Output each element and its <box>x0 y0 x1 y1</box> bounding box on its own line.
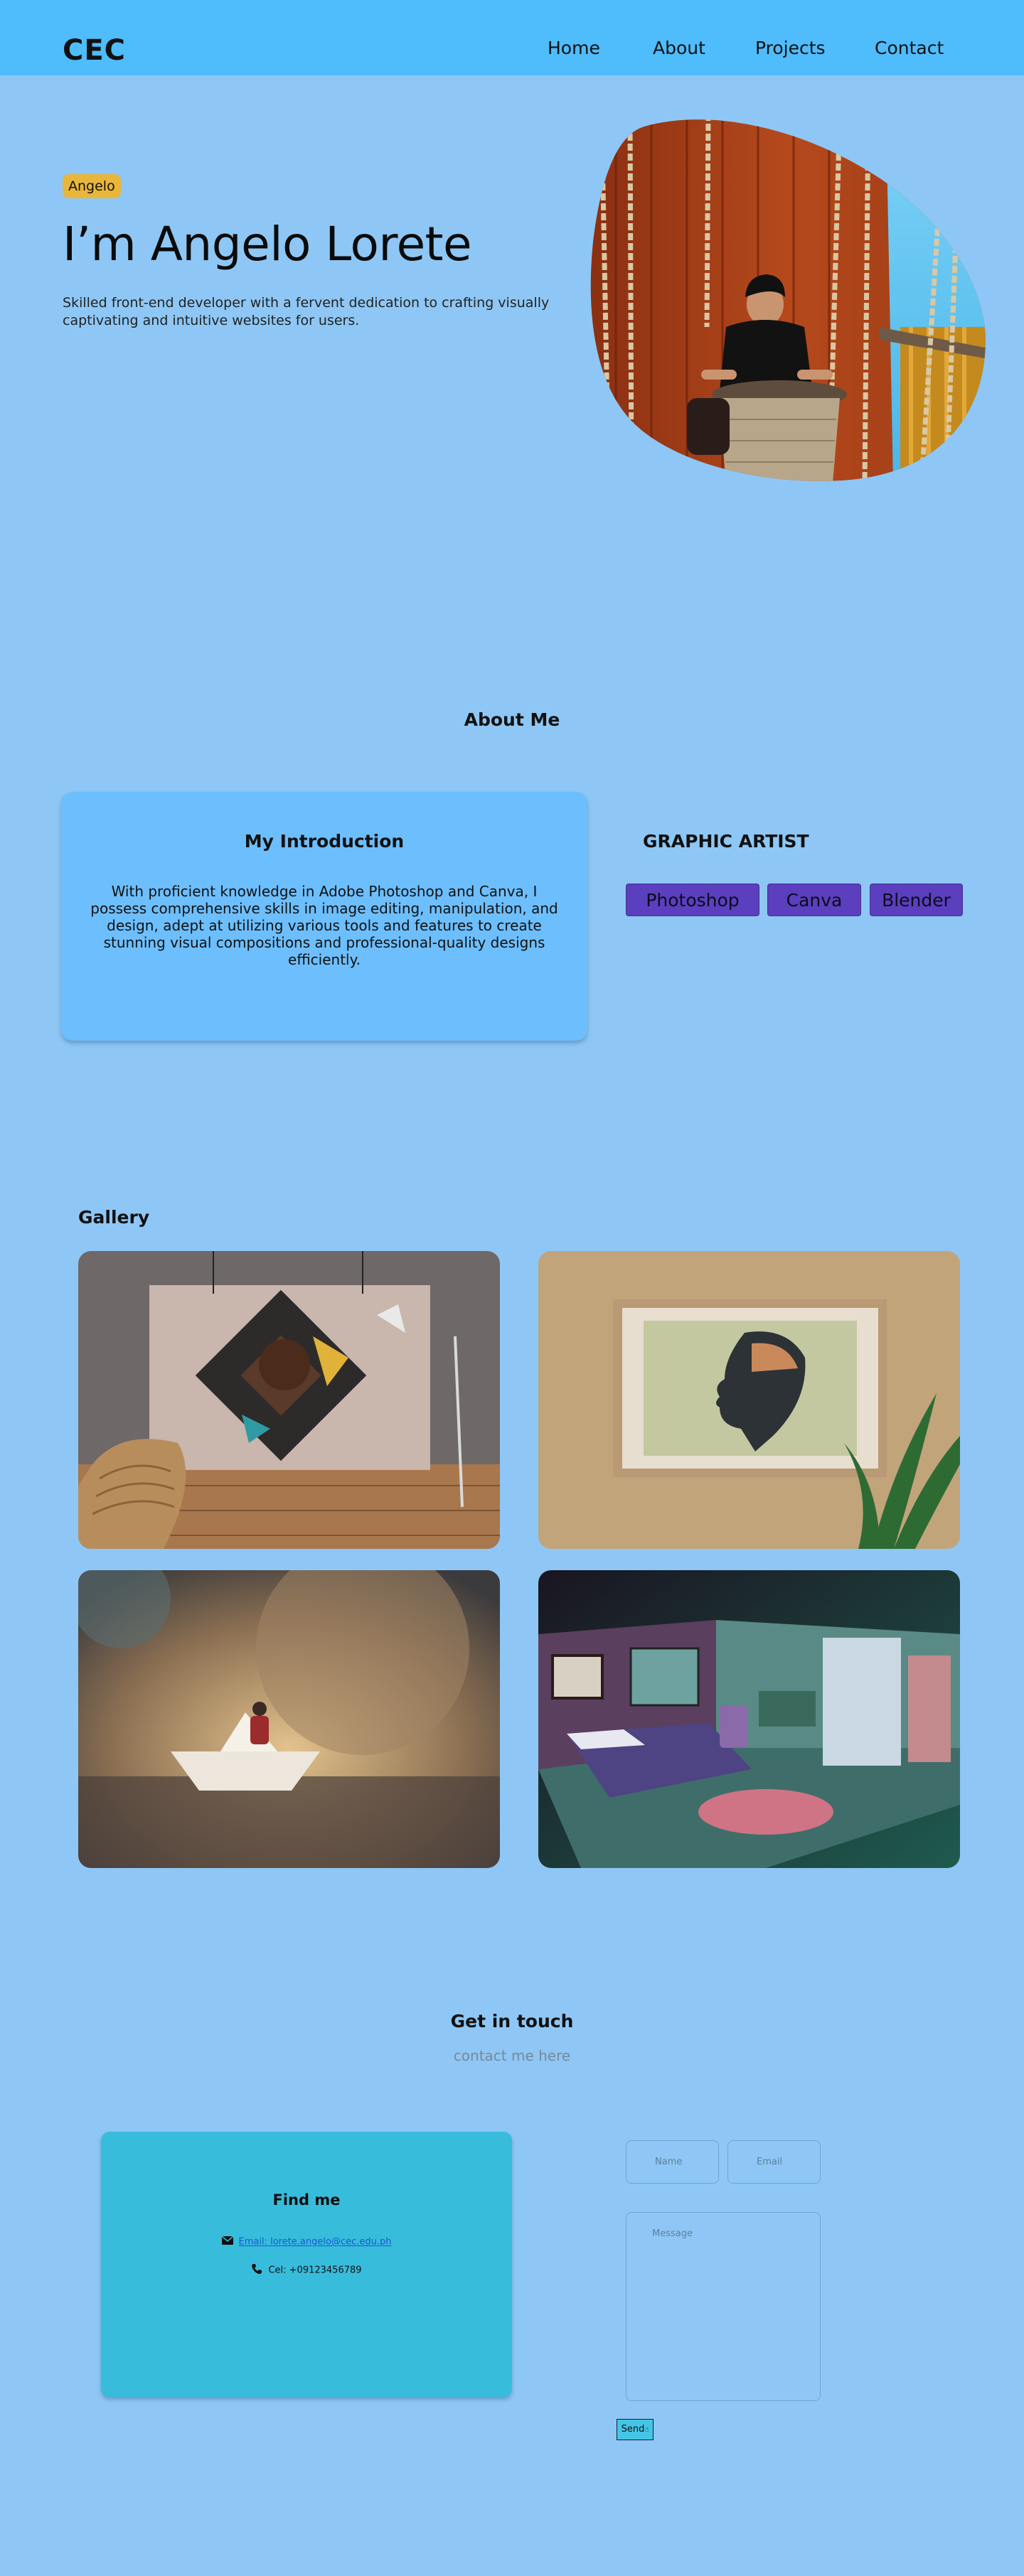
nav-link-home[interactable]: Home <box>548 38 600 58</box>
envelope-icon <box>221 2236 233 2248</box>
gallery-image-3d-bedroom[interactable] <box>538 1570 960 1868</box>
bedroom-render-artwork <box>538 1570 960 1868</box>
site-logo[interactable]: CEC <box>63 34 126 67</box>
top-nav: CEC Home About Projects Contact <box>0 0 1024 75</box>
portrait-wall-artwork <box>78 1251 500 1549</box>
name-badge: Angelo <box>63 174 121 198</box>
skill-blender-button[interactable]: Blender <box>870 884 963 916</box>
contact-subtitle: contact me here <box>453 2047 571 2064</box>
email-input[interactable] <box>727 2140 821 2184</box>
email-row: Email: lorete.angelo@cec.edu.ph <box>101 2236 512 2248</box>
paper-boat-artwork <box>78 1570 500 1868</box>
send-button[interactable]: Send☝ <box>617 2419 654 2440</box>
introduction-text: With proficient knowledge in Adobe Photo… <box>90 883 558 968</box>
message-textarea[interactable] <box>626 2212 821 2401</box>
introduction-title: My Introduction <box>244 831 405 852</box>
about-heading: About Me <box>464 709 560 730</box>
name-input[interactable] <box>626 2140 719 2184</box>
hero-description: Skilled front-end developer with a ferve… <box>63 295 550 328</box>
phone-icon <box>251 2263 262 2277</box>
skills-heading: GRAPHIC ARTIST <box>643 831 809 852</box>
hero-title: I’m Angelo Lorete <box>63 217 472 272</box>
gallery-image-framed-silhouette[interactable] <box>538 1251 960 1549</box>
gallery-heading: Gallery <box>78 1207 150 1228</box>
send-label: Send <box>621 2423 645 2435</box>
phone-row: Cel: +09123456789 <box>101 2263 512 2277</box>
email-link[interactable]: Email: lorete.angelo@cec.edu.ph <box>239 2237 392 2248</box>
contact-heading: Get in touch <box>450 2011 574 2032</box>
profile-photo <box>590 119 986 481</box>
cursor-icon: ☝ <box>644 2425 649 2434</box>
gallery-image-portrait-wall[interactable] <box>78 1251 500 1549</box>
skill-canva-button[interactable]: Canva <box>767 884 861 916</box>
nav-link-contact[interactable]: Contact <box>875 38 944 58</box>
framed-silhouette-artwork <box>538 1251 960 1549</box>
skill-photoshop-button[interactable]: Photoshop <box>626 884 759 916</box>
nav-link-projects[interactable]: Projects <box>755 38 826 58</box>
nav-link-about[interactable]: About <box>653 38 705 58</box>
gallery-image-paper-boat[interactable] <box>78 1570 500 1868</box>
find-me-title: Find me <box>272 2191 341 2209</box>
phone-text: Cel: +09123456789 <box>268 2265 362 2276</box>
